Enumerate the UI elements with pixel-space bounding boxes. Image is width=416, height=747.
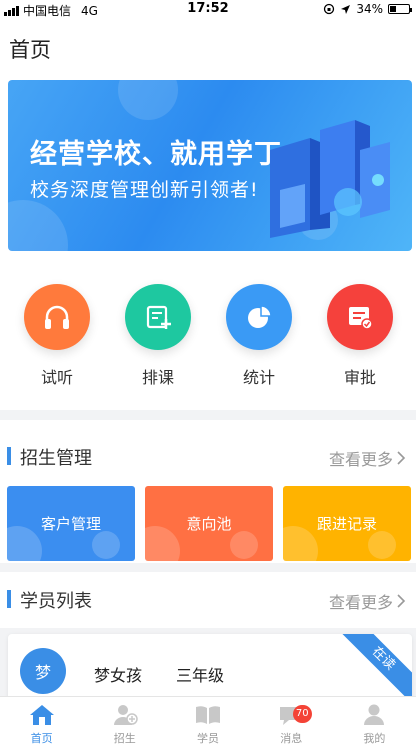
tab-students[interactable]: 学员 <box>166 697 249 747</box>
battery-percent: 34% <box>356 2 383 16</box>
tile-label: 意向池 <box>186 515 232 533</box>
approval-icon <box>349 307 373 330</box>
quick-action-statistics[interactable]: 统计 <box>224 284 294 388</box>
student-card[interactable]: 梦 梦女孩 三年级 在读 <box>8 634 412 704</box>
tab-bar: 首页 招生 学员 70 消息 我的 <box>0 696 416 747</box>
battery-icon <box>388 4 412 14</box>
tab-label: 我的 <box>363 732 386 745</box>
status-badge: 在读 <box>336 634 412 704</box>
tile-label: 客户管理 <box>40 515 101 533</box>
quick-action-label: 试听 <box>40 368 73 387</box>
pie-chart-icon <box>248 305 272 328</box>
promo-banner[interactable]: 经营学校、就用学丁 校务深度管理创新引领者! <box>8 80 412 251</box>
students-more-link[interactable]: 查看更多 <box>329 589 406 613</box>
tab-label: 学员 <box>197 732 219 745</box>
banner-title: 经营学校、就用学丁 <box>30 139 282 170</box>
status-bar: 中国电信 4G 17:52 34% <box>0 0 416 20</box>
schedule-add-icon <box>146 305 171 329</box>
tab-enrollment[interactable]: 招生 <box>83 697 166 747</box>
quick-action-label: 排课 <box>141 368 174 387</box>
headphones-icon <box>45 305 69 329</box>
header: 首页 <box>0 20 416 70</box>
quick-action-approval[interactable]: 审批 <box>325 284 395 388</box>
quick-action-label: 统计 <box>242 368 275 387</box>
students-section: 学员列表 查看更多 <box>0 572 416 628</box>
avatar: 梦 <box>20 648 66 694</box>
orientation-lock-icon <box>324 3 335 15</box>
more-label: 查看更多 <box>328 450 393 469</box>
banner-subtitle: 校务深度管理创新引领者! <box>30 179 259 201</box>
section-title: 招生管理 <box>20 448 92 469</box>
tile-label: 跟进记录 <box>316 515 377 533</box>
unread-badge: 70 <box>292 705 312 723</box>
book-icon <box>196 706 220 724</box>
quick-action-schedule[interactable]: 排课 <box>123 284 193 388</box>
intention-pool-tile[interactable]: 意向池 <box>145 486 273 561</box>
customer-management-tile[interactable]: 客户管理 <box>7 486 135 561</box>
profile-icon <box>364 704 385 725</box>
tab-messages[interactable]: 70 消息 <box>250 697 333 747</box>
tab-label: 消息 <box>280 732 303 745</box>
tab-label: 招生 <box>113 732 136 745</box>
follow-up-records-tile[interactable]: 跟进记录 <box>283 486 411 561</box>
location-arrow-icon <box>341 4 351 14</box>
more-label: 查看更多 <box>328 593 393 612</box>
enrollment-more-link[interactable]: 查看更多 <box>329 446 406 470</box>
add-user-icon <box>113 705 138 725</box>
quick-action-label: 审批 <box>343 368 376 387</box>
student-name: 梦女孩 <box>94 666 143 685</box>
tab-label: 首页 <box>30 732 53 745</box>
quick-action-trial[interactable]: 试听 <box>22 284 92 388</box>
chevron-right-icon <box>397 594 406 608</box>
chevron-right-icon <box>397 451 406 465</box>
page-title: 首页 <box>9 38 51 62</box>
home-icon <box>29 705 54 725</box>
city-buildings-illustration <box>270 120 390 238</box>
student-grade: 三年级 <box>176 666 225 685</box>
section-title: 学员列表 <box>20 591 92 612</box>
tab-profile[interactable]: 我的 <box>333 697 416 747</box>
tab-home[interactable]: 首页 <box>0 697 83 747</box>
